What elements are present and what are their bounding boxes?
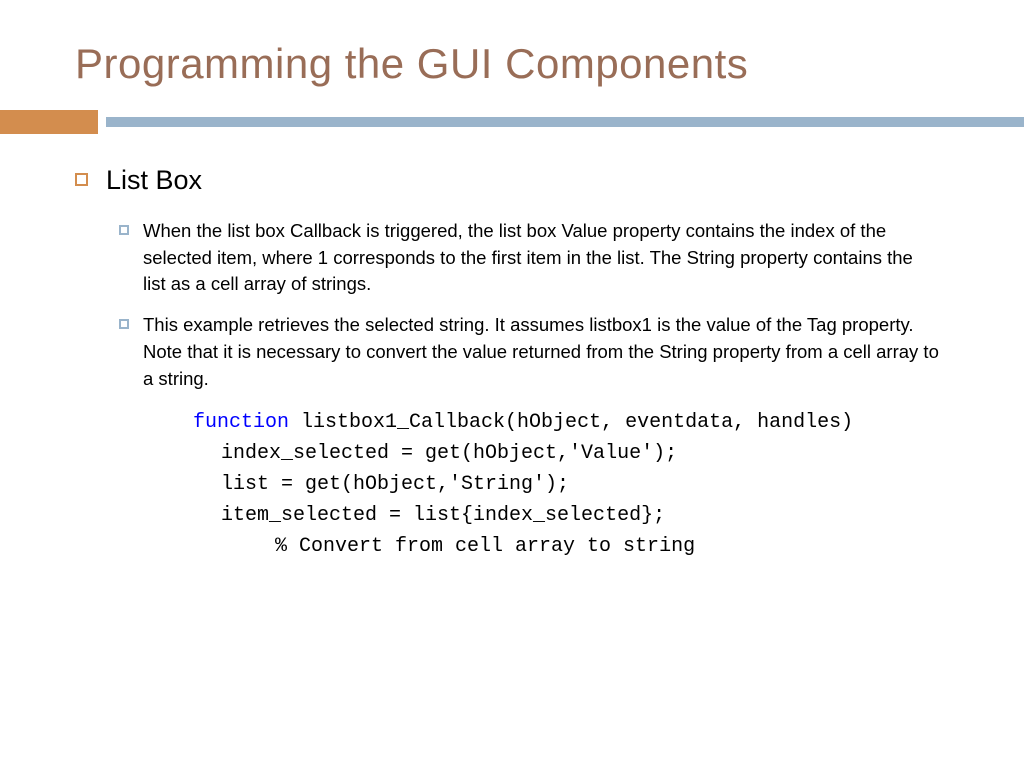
bullet-level2: This example retrieves the selected stri… [119,312,939,392]
divider-rule [106,117,1024,127]
section-heading: List Box [106,164,202,198]
square-bullet-icon [119,225,129,235]
square-bullet-icon [75,173,88,186]
bullet-text: This example retrieves the selected stri… [143,312,939,392]
code-line: list = get(hObject,'String'); [193,469,939,500]
divider-accent [0,110,98,134]
code-comment: % Convert from cell array to string [193,531,939,562]
bullet-text: When the list box Callback is triggered,… [143,218,939,298]
code-line: item_selected = list{index_selected}; [193,500,939,531]
code-line: function listbox1_Callback(hObject, even… [193,407,939,438]
slide: Programming the GUI Components List Box … [0,0,1024,602]
content-area: List Box When the list box Callback is t… [75,164,949,562]
slide-title: Programming the GUI Components [75,40,949,88]
bullet-level2: When the list box Callback is triggered,… [119,218,939,298]
code-signature: listbox1_Callback(hObject, eventdata, ha… [289,411,853,434]
code-line: index_selected = get(hObject,'Value'); [193,438,939,469]
code-block: function listbox1_Callback(hObject, even… [193,407,939,562]
square-bullet-icon [119,319,129,329]
bullet-level1: List Box [75,164,939,198]
code-keyword: function [193,411,289,434]
divider-bar [0,110,1024,134]
